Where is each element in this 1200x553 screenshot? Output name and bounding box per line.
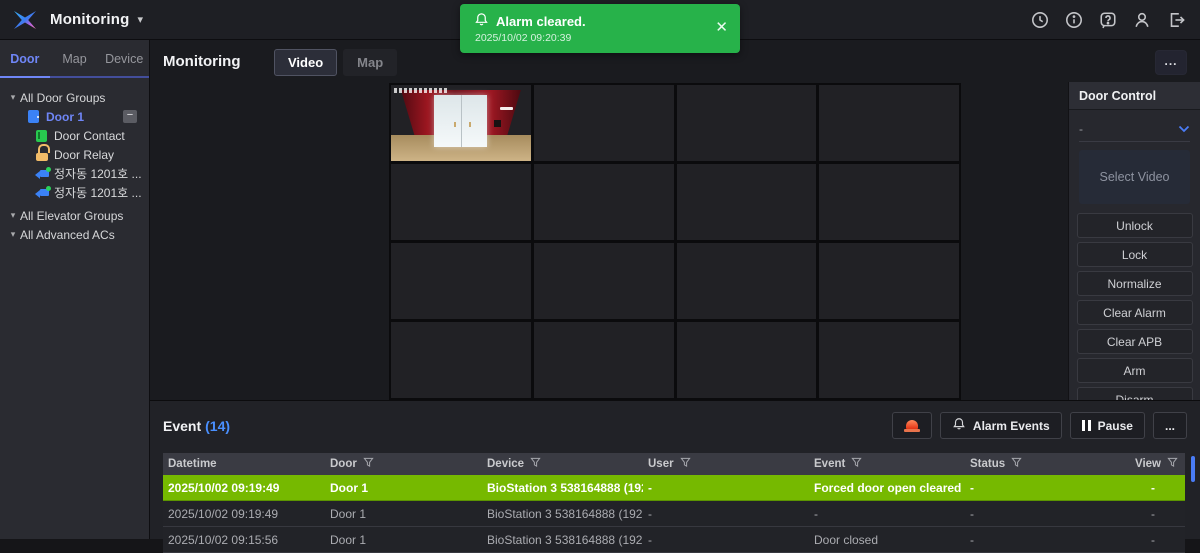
chevron-down-icon[interactable]: ▾ [6,210,20,221]
door-control-panel: Door Control - Select Video Unlock Lock … [1068,82,1200,400]
alarm-events-button[interactable]: Alarm Events [940,412,1062,439]
event-more-button[interactable]: ... [1153,412,1187,439]
tree-item-door-contact[interactable]: Door Contact [6,126,145,145]
left-sidebar: Door Map Device ▾ All Door Groups Door 1… [0,40,150,539]
event-table: Datetime Door Device User Event Status V… [163,453,1185,553]
toast-alarm-cleared: Alarm cleared. 2025/10/02 09:20:39 ✕ [460,4,740,53]
tree-item-door-1[interactable]: Door 1 − [6,107,145,126]
event-title: Event(14) [163,418,230,434]
tree-group-all-advanced-acs[interactable]: ▾ All Advanced ACs [6,225,145,244]
tab-map[interactable]: Map [50,52,100,66]
tab-door[interactable]: Door [0,52,50,66]
door-icon [28,110,41,123]
camera-icon [36,186,49,199]
normalize-button[interactable]: Normalize [1077,271,1193,296]
filter-icon[interactable] [680,457,691,471]
toast-close-icon[interactable]: ✕ [715,20,728,35]
help-icon[interactable] [1098,10,1118,30]
tree-item-door-relay[interactable]: Door Relay [6,145,145,164]
filter-icon[interactable] [1167,457,1178,471]
pause-icon [1082,420,1091,431]
empty-video-cell[interactable] [534,322,674,398]
view-toggle: Video Map [274,49,397,76]
camera-feed-sign [500,107,513,110]
empty-video-cell[interactable] [391,243,531,319]
tab-device[interactable]: Device [99,52,149,66]
app-logo-icon [12,7,38,33]
video-grid [389,83,961,400]
chevron-down-icon[interactable]: ▾ [6,92,20,103]
empty-video-cell[interactable] [819,243,959,319]
camera-feed-intercom [494,120,501,127]
tree-group-all-elevator-groups[interactable]: ▾ All Elevator Groups [6,206,145,225]
tree-item-camera-1[interactable]: 정자동 1201호 ... [6,164,145,183]
app-title-chevron-down-icon[interactable]: ▾ [137,13,143,26]
empty-video-cell[interactable] [534,85,674,161]
door-contact-icon [36,129,49,142]
clear-apb-button[interactable]: Clear APB [1077,329,1193,354]
user-icon[interactable] [1132,10,1152,30]
empty-video-cell[interactable] [391,322,531,398]
logout-icon[interactable] [1166,10,1186,30]
lock-button[interactable]: Lock [1077,242,1193,267]
door-control-buttons: Unlock Lock Normalize Clear Alarm Clear … [1069,213,1200,412]
clock-icon[interactable] [1030,10,1050,30]
toast-title: Alarm cleared. [496,14,586,29]
page-title: Monitoring [163,53,240,70]
bell-icon [952,417,966,434]
empty-video-cell[interactable] [819,164,959,240]
camera-feed-door [434,95,487,147]
app-title: Monitoring [50,11,129,28]
arm-button[interactable]: Arm [1077,358,1193,383]
pause-button[interactable]: Pause [1070,412,1145,439]
event-toolbar: Alarm Events Pause ... [892,412,1187,439]
event-row-highlighted[interactable]: 2025/10/02 09:19:49 Door 1 BioStation 3 … [163,475,1185,501]
door-select-value: - [1079,122,1083,136]
event-panel: Event(14) Alarm Events Pause ... Datetim… [150,400,1200,539]
alarm-siren-button[interactable] [892,412,932,439]
info-icon[interactable] [1064,10,1084,30]
event-table-header: Datetime Door Device User Event Status V… [163,453,1185,475]
clear-alarm-button[interactable]: Clear Alarm [1077,300,1193,325]
empty-video-cell[interactable] [677,243,817,319]
empty-video-cell[interactable] [819,85,959,161]
bell-icon [474,12,489,30]
door-tree: ▾ All Door Groups Door 1 − Door Contact … [0,78,149,244]
select-video-box[interactable]: Select Video [1079,150,1190,204]
empty-video-cell[interactable] [534,164,674,240]
event-row[interactable]: 2025/10/02 09:19:49 Door 1 BioStation 3 … [163,501,1185,527]
video-area [150,82,1068,400]
camera-feed-cell[interactable] [391,85,531,161]
filter-icon[interactable] [1011,457,1022,471]
chevron-down-icon [1178,125,1190,133]
empty-video-cell[interactable] [391,164,531,240]
map-view-button[interactable]: Map [343,49,397,76]
unlock-button[interactable]: Unlock [1077,213,1193,238]
collapse-minus-button[interactable]: − [123,110,137,123]
tree-item-camera-2[interactable]: 정자동 1201호 ... [6,183,145,202]
siren-icon [904,420,920,432]
lock-icon [36,148,49,161]
video-view-button[interactable]: Video [274,49,337,76]
tree-group-all-door-groups[interactable]: ▾ All Door Groups [6,88,145,107]
empty-video-cell[interactable] [677,85,817,161]
chevron-down-icon[interactable]: ▾ [6,229,20,240]
empty-video-cell[interactable] [677,322,817,398]
door-select-dropdown[interactable]: - [1079,116,1190,142]
monitoring-more-button[interactable]: ... [1155,50,1187,75]
event-table-scrollbar[interactable] [1191,456,1195,482]
toast-timestamp: 2025/10/02 09:20:39 [475,32,728,44]
door-control-title: Door Control [1069,82,1200,110]
empty-video-cell[interactable] [677,164,817,240]
event-count: (14) [205,418,230,434]
empty-video-cell[interactable] [534,243,674,319]
event-row[interactable]: 2025/10/02 09:15:56 Door 1 BioStation 3 … [163,527,1185,553]
sidebar-tabs: Door Map Device [0,40,149,78]
filter-icon[interactable] [851,457,862,471]
filter-icon[interactable] [530,457,541,471]
camera-osd-overlay [394,88,447,93]
filter-icon[interactable] [363,457,374,471]
empty-video-cell[interactable] [819,322,959,398]
camera-icon [36,167,49,180]
